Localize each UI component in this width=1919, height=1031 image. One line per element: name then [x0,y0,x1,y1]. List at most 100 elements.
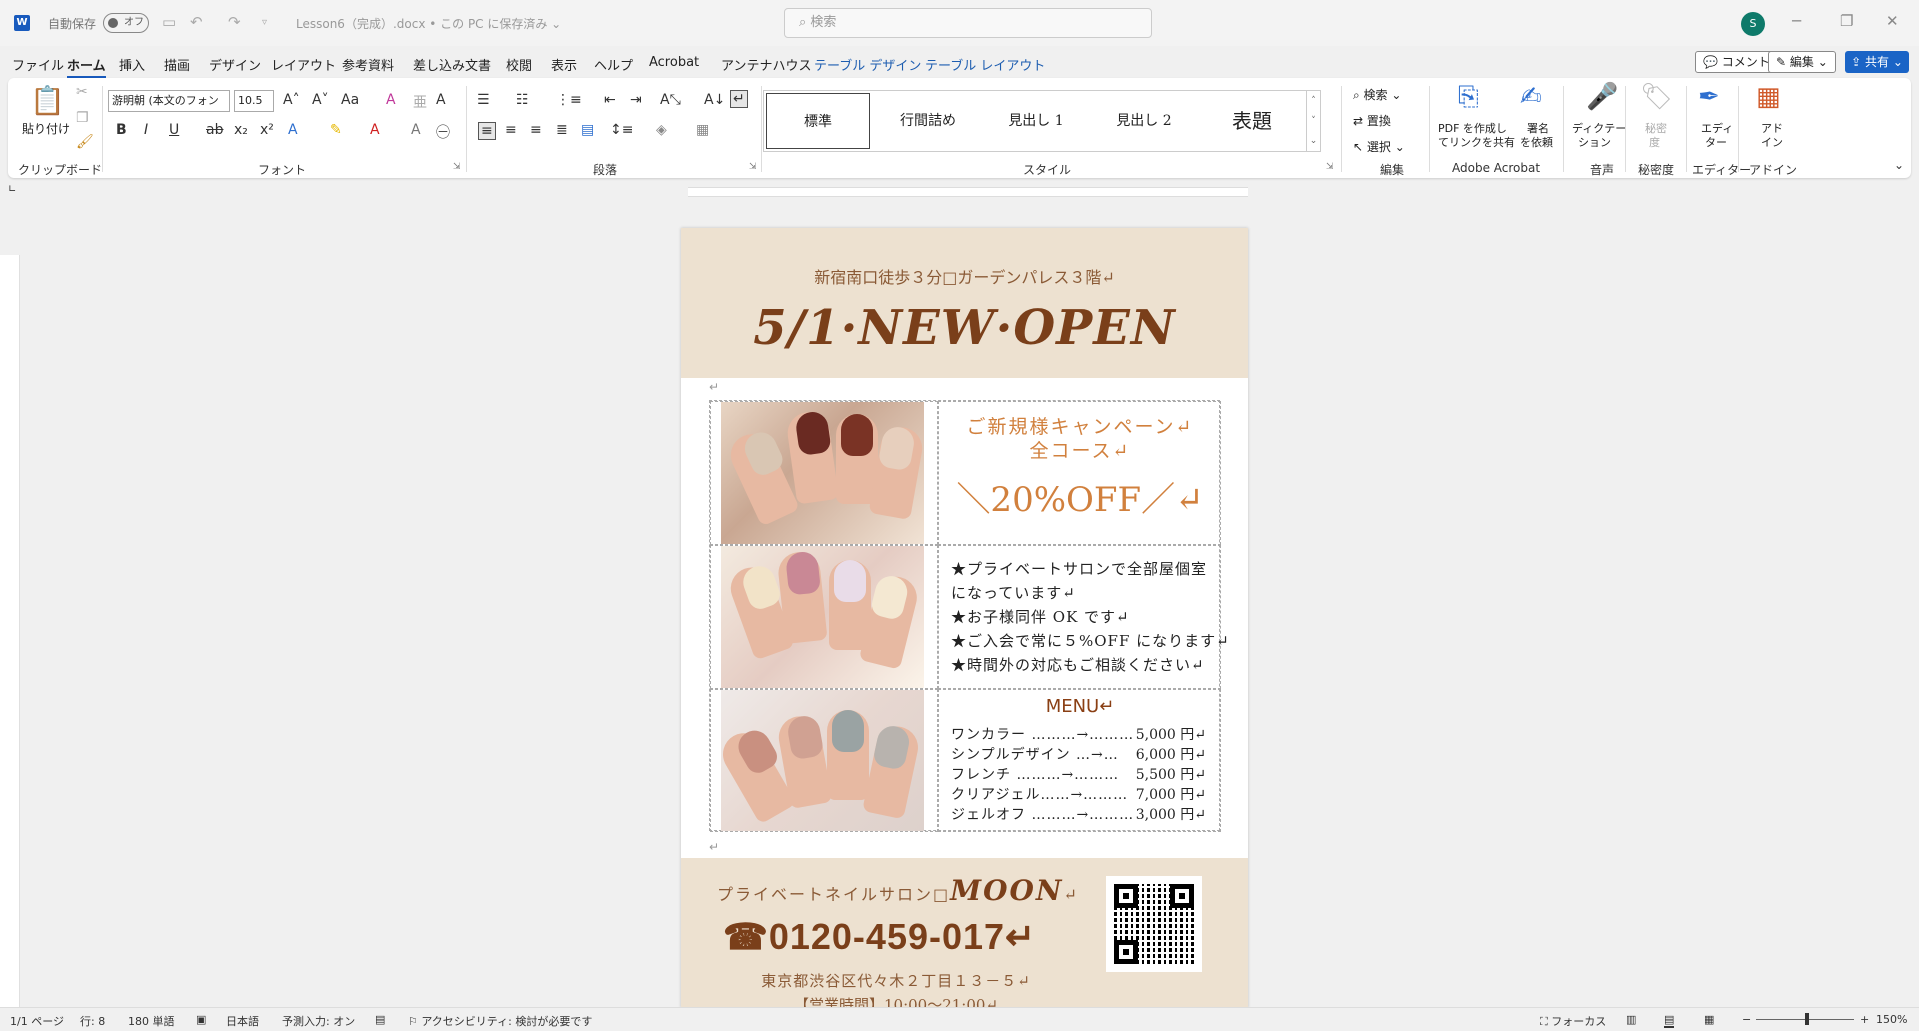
dictate-icon[interactable]: 🎤 [1586,82,1618,112]
highlight-icon[interactable]: ✎ [330,122,342,138]
request-signature-icon[interactable]: ✍ [1520,82,1542,112]
zoom-level[interactable]: 150% [1876,1013,1907,1026]
edit-mode-button[interactable]: ✎ 編集 ⌄ [1768,51,1836,73]
phonetic-guide-icon[interactable]: 亜 [413,92,427,112]
paste-button[interactable]: 貼り付け [22,120,70,137]
collapse-ribbon-icon[interactable]: ⌄ [1894,158,1904,172]
show-marks-icon[interactable]: ↵ [730,90,748,108]
avatar[interactable]: S [1741,12,1765,36]
read-mode-icon[interactable]: ▥ [1626,1013,1636,1026]
align-right-icon[interactable]: ≡ [530,122,542,138]
char-shading-icon[interactable]: A [411,122,421,138]
zoom-slider-thumb[interactable] [1805,1013,1809,1025]
content-table[interactable]: ご新規様キャンペーン↵ 全コース↵ ＼20%OFF／↵ ★プライベートサロンで全… [709,400,1229,832]
line-spacing-icon[interactable]: ↕≡ [610,122,633,138]
paste-icon[interactable]: 📋 [30,84,65,117]
style-gallery-scroll[interactable]: ˄ ˅ ⌄ [1306,91,1320,151]
tab-layout[interactable]: レイアウト [271,55,336,74]
proofing-icon[interactable]: ▣ [196,1013,206,1026]
tab-file[interactable]: ファイル [12,55,64,74]
underline-icon[interactable]: U [169,122,179,138]
cut-icon[interactable]: ✂ [76,84,88,100]
tab-view[interactable]: 表示 [551,55,577,74]
style-heading-1[interactable]: 見出し 1 [982,91,1090,151]
multilevel-list-icon[interactable]: ⋮≡ [556,92,582,108]
tab-references[interactable]: 参考資料 [342,55,394,74]
increase-indent-icon[interactable]: ⇥ [630,92,642,108]
tab-home[interactable]: ホーム [67,55,106,78]
dictate-label-2[interactable]: ション [1578,134,1611,150]
replace-button[interactable]: ⇄ 置換 [1353,112,1391,129]
minimize-icon[interactable]: ─ [1792,12,1801,30]
numbering-icon[interactable]: ☷ [516,92,529,108]
redo-icon[interactable]: ↷ [228,13,241,31]
vertical-ruler[interactable] [0,255,20,1007]
shrink-font-icon[interactable]: A˅ [312,92,329,108]
tab-acrobat[interactable]: Acrobat [649,55,699,70]
italic-icon[interactable]: I [144,122,148,138]
subscript-icon[interactable]: x₂ [234,122,248,138]
ruler-bar[interactable] [688,187,1248,197]
tab-antenna-house[interactable]: アンテナハウス [721,55,811,74]
borders-icon[interactable]: ▦ [696,122,709,138]
tab-selector-icon[interactable]: ∟ [8,184,16,195]
addin-icon[interactable]: ▦ [1756,82,1781,112]
table-cell[interactable]: ★プライベートサロンで全部屋個室 になっています↵ ★お子様同伴 OK です↵ … [938,545,1229,689]
tab-table-layout[interactable]: テーブル レイアウト [925,55,1045,74]
bullets-icon[interactable]: ☰ [477,92,490,108]
format-painter-icon[interactable]: 🖌 [76,134,94,150]
table-cell[interactable]: MENU↵ ワンカラー ………→……… 5,000 円↵ シンプルデザイン …→… [938,689,1221,832]
table-cell[interactable] [710,401,938,545]
tab-help[interactable]: ヘルプ [594,55,633,74]
select-button[interactable]: ↖ 選択 ⌄ [1353,138,1405,155]
close-icon[interactable]: ✕ [1886,12,1899,30]
change-case-icon[interactable]: Aa [341,92,359,108]
font-color-icon[interactable]: A [370,122,380,138]
text-effect-icon[interactable]: A [288,122,298,138]
style-no-spacing[interactable]: 行間詰め [874,91,982,151]
table-cell[interactable] [710,689,938,832]
style-heading-2[interactable]: 見出し 2 [1090,91,1198,151]
char-border-icon[interactable]: ㊀ [436,122,450,142]
language[interactable]: 日本語 [226,1013,259,1029]
horizontal-ruler[interactable]: ∟ [0,182,1919,202]
comment-button[interactable]: 💬 コメント [1695,51,1778,73]
print-layout-icon[interactable]: ▤ [1664,1013,1675,1028]
tab-insert[interactable]: 挿入 [119,55,145,74]
web-layout-icon[interactable]: ▦ [1704,1013,1714,1026]
zoom-out-icon[interactable]: − [1742,1013,1751,1026]
editor-label-2[interactable]: ター [1705,134,1727,150]
superscript-icon[interactable]: x² [260,122,274,138]
grow-font-icon[interactable]: A˄ [283,92,300,108]
save-icon[interactable]: ▭ [162,13,176,31]
asian-layout-icon[interactable]: A⤡ [660,92,681,108]
share-button[interactable]: ⇪ 共有 ⌄ [1845,51,1909,73]
restore-icon[interactable]: ❐ [1840,12,1853,30]
undo-icon[interactable]: ↶ [190,13,203,31]
font-name-select[interactable]: 游明朝 (本文のフォン [108,90,230,112]
clear-format-icon[interactable]: A [386,92,396,108]
macro-icon[interactable]: ▤ [375,1013,385,1026]
distributed-icon[interactable]: ▤ [581,122,594,138]
tab-design[interactable]: デザイン [209,55,261,74]
enclose-char-icon[interactable]: A [436,92,446,108]
tab-draw[interactable]: 描画 [164,55,190,74]
shading-icon[interactable]: ◈ [656,122,667,138]
document-page[interactable]: 新宿南口徒歩３分□ガーデンパレス３階↵ 5/1·NEW·OPEN ↵ ご新規様キ… [681,228,1248,1008]
bold-icon[interactable]: B [116,122,127,138]
decrease-indent-icon[interactable]: ⇤ [604,92,616,108]
style-normal[interactable]: 標準 [766,93,870,149]
autosave-toggle[interactable]: オフ [103,13,149,33]
document-title[interactable]: Lesson6（完成）.docx • この PC に保存済み ⌄ [296,15,561,32]
styles-dialog-launcher-icon[interactable]: ⇲ [1326,162,1334,172]
table-cell[interactable] [710,545,938,689]
accessibility-status[interactable]: ⚐ アクセシビリティ: 検討が必要です [408,1013,592,1029]
copy-icon[interactable]: ❐ [76,110,89,126]
focus-mode[interactable]: ⛶ フォーカス [1540,1013,1606,1029]
tab-review[interactable]: 校閲 [506,55,532,74]
predictive-input[interactable]: 予測入力: オン [282,1013,355,1029]
search-input[interactable]: ⌕ 検索 [784,8,1152,38]
align-left-icon[interactable]: ≡ [478,122,496,140]
addin-label-2[interactable]: イン [1761,134,1783,150]
word-count[interactable]: 180 単語 [128,1013,175,1029]
